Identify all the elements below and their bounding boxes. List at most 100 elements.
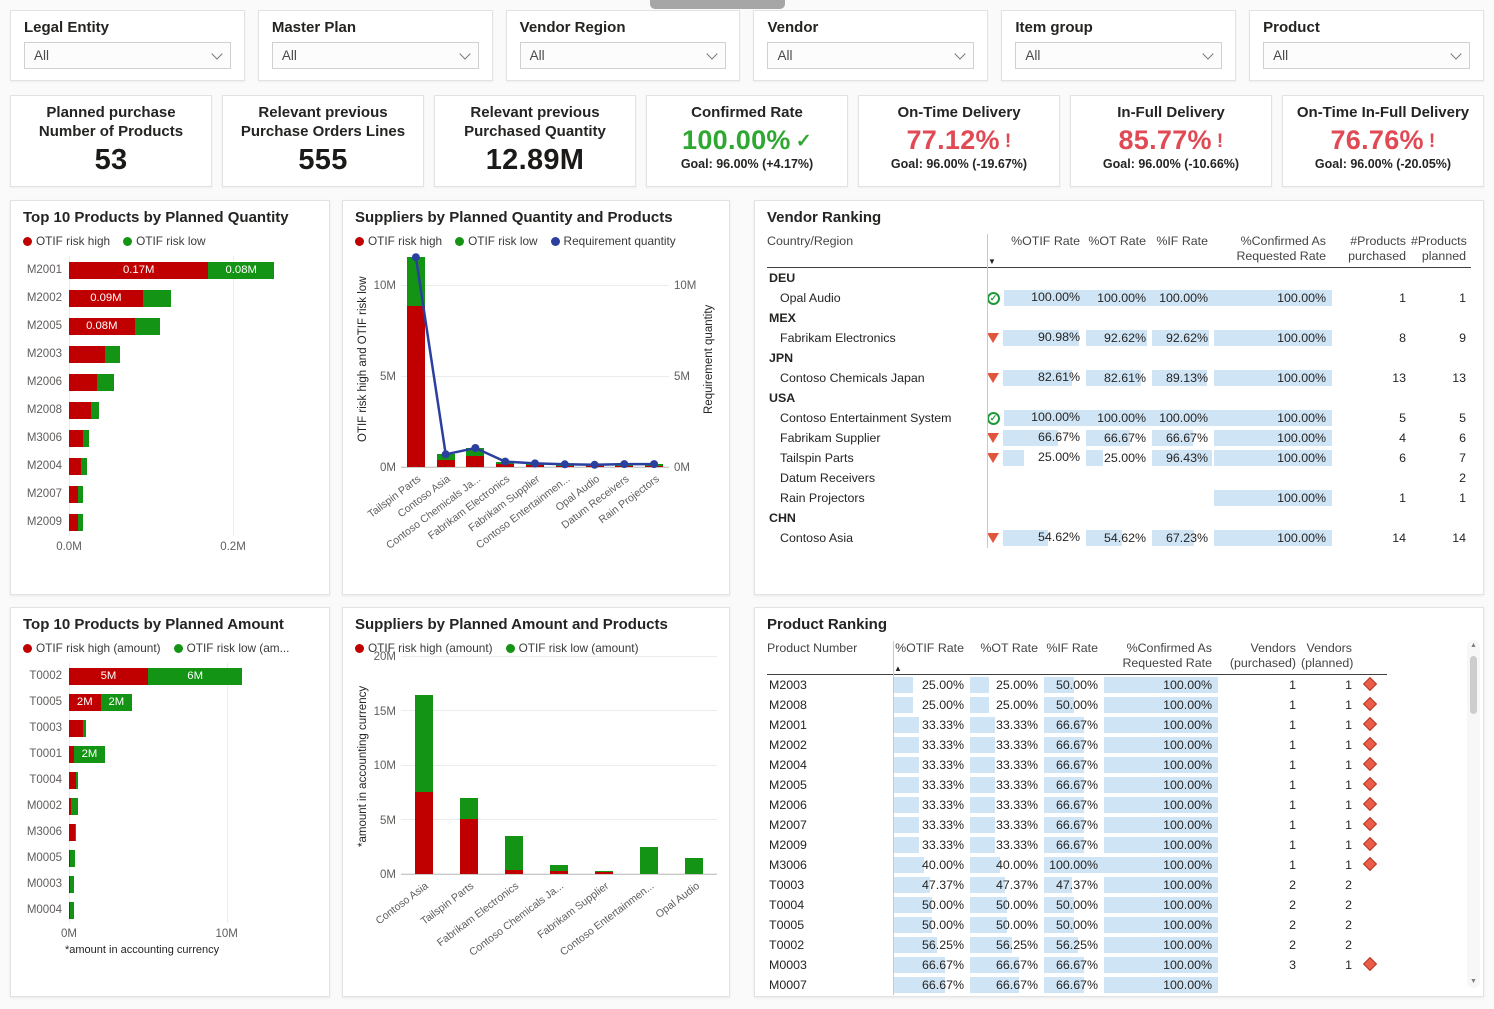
product-row-m0007[interactable]: M000766.67%66.67%66.67%100.00% [767,975,1387,995]
bar-otif-risk-low-amount[interactable] [460,798,478,819]
bar-otif-risk-low[interactable]: 0.08M [208,262,274,279]
bar-otif-risk-low[interactable] [97,374,114,391]
bar-otif-risk-low-amount[interactable]: 2M [74,746,106,763]
product-row-m2001[interactable]: M200133.33%33.33%66.67%100.00%11 [767,715,1387,735]
bar-otif-risk-high-amount[interactable] [460,819,478,874]
column-header-vendors[interactable]: Vendors(planned) [1301,641,1357,671]
bar-otif-risk-low[interactable] [105,346,120,363]
bar-otif-risk-low[interactable] [143,290,171,307]
vertical-scrollbar[interactable]: ▲ ▼ [1467,640,1480,988]
vendor-row-fabrikam-supplier[interactable]: Fabrikam Supplier66.67%66.67%66.67%100.0… [767,428,1471,448]
bar-column-fabrikam-electronics[interactable] [491,657,536,874]
scrollbar-thumb[interactable] [1470,656,1477,714]
bar-otif-risk-low[interactable] [81,458,87,475]
bar-otif-risk-high[interactable] [69,402,91,419]
product-row-m2008[interactable]: M200825.00%25.00%50.00%100.00%11 [767,695,1387,715]
bar-otif-risk-high[interactable]: 0.17M [69,262,208,279]
scroll-down-icon[interactable]: ▼ [1470,976,1477,988]
column-header-vendors[interactable]: Vendors(purchased) [1217,641,1301,671]
group-row-mex[interactable]: MEX [767,308,1471,328]
legend-item-otif-risk-high-amount[interactable]: OTIF risk high (amount) [23,641,161,655]
product-row-t0003[interactable]: T000347.37%47.37%47.37%100.00%22 [767,875,1387,895]
bar-column-contoso-asia[interactable] [401,657,446,874]
bar-otif-risk-low-amount[interactable] [595,871,613,873]
bar-otif-risk-high-amount[interactable]: 5M [69,668,148,685]
bar-otif-risk-low-amount[interactable] [415,695,433,792]
group-row-deu[interactable]: DEU [767,268,1471,288]
bar-otif-risk-low-amount[interactable]: 2M [101,694,133,711]
filter-dropdown-vendor[interactable]: All [767,42,974,69]
product-row-m2005[interactable]: M200533.33%33.33%66.67%100.00%11 [767,775,1387,795]
column-header-confirmed-as[interactable]: %Confirmed AsRequested Rate [1103,641,1217,671]
product-row-m2006[interactable]: M200633.33%33.33%66.67%100.00%11 [767,795,1387,815]
bar-otif-risk-high-amount[interactable] [505,870,523,874]
legend-item-otif-risk-high[interactable]: OTIF risk high [23,234,110,248]
group-row-jpn[interactable]: JPN [767,348,1471,368]
filter-dropdown-product[interactable]: All [1263,42,1470,69]
bar-otif-risk-high[interactable] [69,346,105,363]
bar-otif-risk-low-amount[interactable] [640,847,658,874]
product-row-m2002[interactable]: M200233.33%33.33%66.67%100.00%11 [767,735,1387,755]
bar-otif-risk-high[interactable]: 0.08M [69,318,135,335]
product-row-m2007[interactable]: M200733.33%33.33%66.67%100.00%11 [767,815,1387,835]
product-row-m2004[interactable]: M200433.33%33.33%66.67%100.00%11 [767,755,1387,775]
bar-otif-risk-low-amount[interactable]: 6M [148,668,243,685]
column-header-otif-rate[interactable]: %OTIF Rate▲ [893,641,969,671]
column-header-products[interactable]: #Productsplanned [1411,234,1471,264]
bar-otif-risk-high[interactable] [69,430,83,447]
product-row-t0005[interactable]: T000550.00%50.00%50.00%100.00%22 [767,915,1387,935]
bar-otif-risk-low-amount[interactable] [71,798,78,815]
vendor-row-datum-receivers[interactable]: Datum Receivers2 [767,468,1471,488]
collapsed-toolbar-handle[interactable] [650,0,785,9]
column-header-country-region[interactable]: Country/Region [767,234,987,264]
bar-otif-risk-low-amount[interactable] [685,858,703,874]
bar-otif-risk-low[interactable] [78,514,83,531]
vendor-row-contoso-entertainment-system[interactable]: Contoso Entertainment System✓100.00%100.… [767,408,1471,428]
bar-otif-risk-high[interactable] [69,486,78,503]
scroll-up-icon[interactable]: ▲ [1470,640,1477,652]
legend-item-otif-risk-low[interactable]: OTIF risk low [123,234,205,248]
legend-item-otif-risk-high[interactable]: OTIF risk high [355,234,442,248]
bar-column-opal-audio[interactable] [672,657,717,874]
bar-otif-risk-low-amount[interactable] [505,836,523,870]
column-header-if-rate[interactable]: %IF Rate [1043,641,1103,671]
column-header-product-number[interactable]: Product Number [767,641,893,671]
bar-otif-risk-high[interactable] [69,514,78,531]
bar-otif-risk-low-amount[interactable] [550,865,568,870]
bar-otif-risk-low[interactable] [78,486,83,503]
bar-column-fabrikam-supplier[interactable] [582,657,627,874]
vendor-row-fabrikam-electronics[interactable]: Fabrikam Electronics90.98%92.62%92.62%10… [767,328,1471,348]
bar-otif-risk-high[interactable] [69,374,97,391]
vendor-row-contoso-asia[interactable]: Contoso Asia54.62%54.62%67.23%100.00%141… [767,528,1471,548]
bar-otif-risk-high[interactable] [69,458,81,475]
product-row-m2009[interactable]: M200933.33%33.33%66.67%100.00%11 [767,835,1387,855]
bar-otif-risk-low-amount[interactable] [75,824,76,841]
bar-otif-risk-low[interactable] [83,430,89,447]
column-header-icon[interactable] [1357,641,1383,671]
bar-otif-risk-high-amount[interactable] [69,720,83,737]
filter-dropdown-vendor-region[interactable]: All [520,42,727,69]
bar-otif-risk-low-amount[interactable] [70,876,74,893]
bar-otif-risk-low-amount[interactable] [76,772,78,789]
vendor-row-tailspin-parts[interactable]: Tailspin Parts25.00%25.00%96.43%100.00%6… [767,448,1471,468]
bar-otif-risk-high-amount[interactable] [595,872,613,874]
product-row-m0003[interactable]: M000366.67%66.67%66.67%100.00%31 [767,955,1387,975]
product-row-m3006[interactable]: M300640.00%40.00%100.00%100.00%11 [767,855,1387,875]
product-row-t0002[interactable]: T000256.25%56.25%56.25%100.00%22 [767,935,1387,955]
bar-column-contoso-chemicals-ja[interactable] [536,657,581,874]
product-row-t0004[interactable]: T000450.00%50.00%50.00%100.00%22 [767,895,1387,915]
product-row-m2003[interactable]: M200325.00%25.00%50.00%100.00%11 [767,675,1387,695]
column-header-products[interactable]: #Productspurchased [1331,234,1411,264]
bar-otif-risk-high-amount[interactable] [415,792,433,874]
bar-otif-risk-low-amount[interactable] [70,850,76,867]
legend-item-otif-risk-low-am[interactable]: OTIF risk low (am... [174,641,290,655]
bar-otif-risk-high[interactable]: 0.09M [69,290,143,307]
filter-dropdown-master-plan[interactable]: All [272,42,479,69]
bar-otif-risk-high-amount[interactable] [69,772,76,789]
column-header-ot-rate[interactable]: %OT Rate [969,641,1043,671]
vendor-row-opal-audio[interactable]: Opal Audio✓100.00%100.00%100.00%100.00%1… [767,288,1471,308]
column-header-if-rate[interactable]: %IF Rate [1151,234,1213,264]
bar-otif-risk-low-amount[interactable] [83,720,85,737]
legend-item-otif-risk-low[interactable]: OTIF risk low [455,234,537,248]
group-row-usa[interactable]: USA [767,388,1471,408]
